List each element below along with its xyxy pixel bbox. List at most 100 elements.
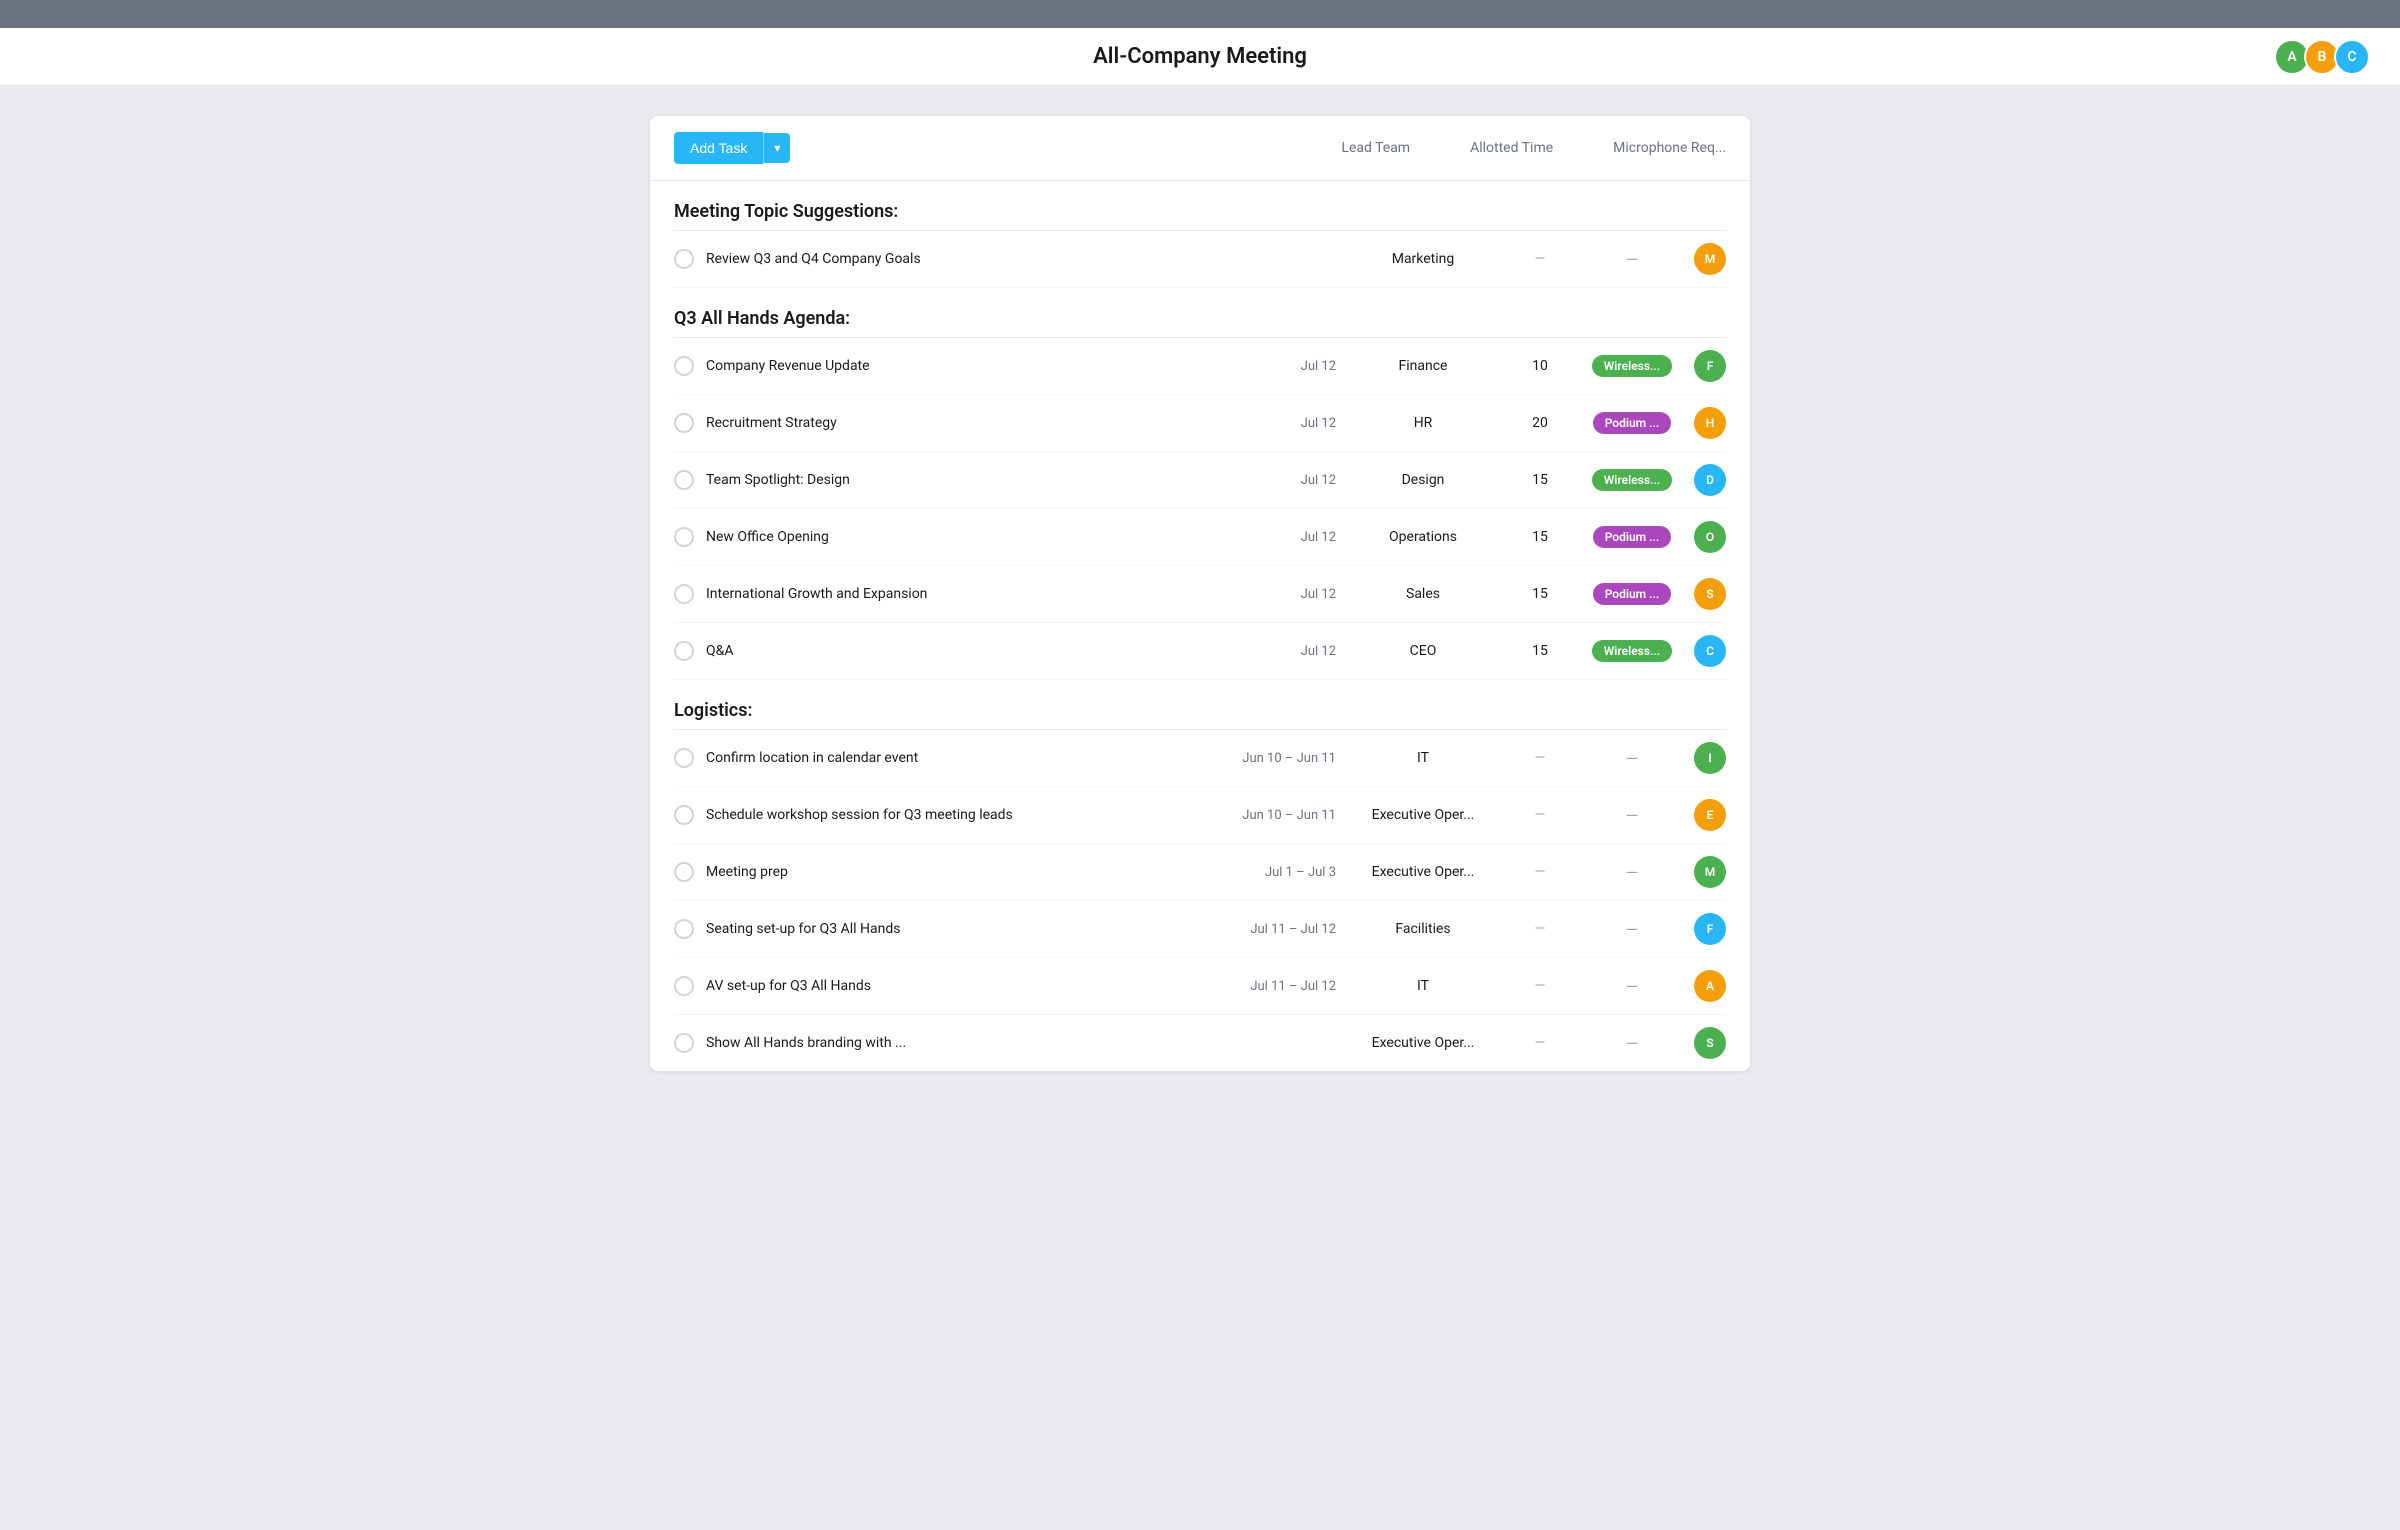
task-mic: —	[1582, 250, 1682, 269]
add-task-dropdown-button[interactable]: ▾	[763, 133, 790, 163]
task-row: Schedule workshop session for Q3 meeting…	[674, 787, 1726, 844]
task-checkbox[interactable]	[674, 919, 694, 939]
add-task-button[interactable]: Add Task	[674, 132, 763, 164]
task-team: Finance	[1348, 358, 1498, 374]
header-avatars: ABC	[2274, 39, 2370, 75]
task-name: International Growth and Expansion	[706, 586, 1214, 602]
task-avatar: S	[1694, 578, 1726, 610]
task-checkbox[interactable]	[674, 862, 694, 882]
task-mic: —	[1582, 920, 1682, 939]
task-time: —	[1510, 807, 1570, 823]
task-avatar: O	[1694, 521, 1726, 553]
task-mic: Podium ...	[1582, 583, 1682, 605]
task-checkbox[interactable]	[674, 748, 694, 768]
task-avatar: C	[1694, 635, 1726, 667]
task-date: Jul 12	[1226, 644, 1336, 659]
section-header-0: Meeting Topic Suggestions:	[674, 181, 1726, 230]
top-bar	[0, 0, 2400, 28]
task-team: IT	[1348, 978, 1498, 994]
task-mic: Podium ...	[1582, 412, 1682, 434]
task-mic: Podium ...	[1582, 526, 1682, 548]
task-checkbox[interactable]	[674, 976, 694, 996]
task-mic: —	[1582, 1034, 1682, 1053]
task-team: CEO	[1348, 643, 1498, 659]
task-row: AV set-up for Q3 All Hands Jul 11 – Jul 1…	[674, 958, 1726, 1015]
task-team: IT	[1348, 750, 1498, 766]
task-team: Executive Oper...	[1348, 864, 1498, 880]
task-date: Jul 12	[1226, 473, 1336, 488]
section-header-2: Logistics:	[674, 680, 1726, 729]
task-name: Team Spotlight: Design	[706, 472, 1214, 488]
header: All-Company Meeting ABC	[0, 28, 2400, 86]
task-date: Jun 10 – Jun 11	[1226, 808, 1336, 823]
task-time: —	[1510, 251, 1570, 267]
task-row: Confirm location in calendar event Jun 10…	[674, 730, 1726, 787]
task-checkbox[interactable]	[674, 641, 694, 661]
task-name: Company Revenue Update	[706, 358, 1214, 374]
task-time: 15	[1510, 529, 1570, 545]
task-checkbox[interactable]	[674, 805, 694, 825]
task-name: Review Q3 and Q4 Company Goals	[706, 251, 1214, 267]
task-team: Operations	[1348, 529, 1498, 545]
sections-container: Meeting Topic Suggestions: Review Q3 and …	[650, 181, 1750, 1071]
task-checkbox[interactable]	[674, 356, 694, 376]
task-team: Marketing	[1348, 251, 1498, 267]
task-time: 15	[1510, 586, 1570, 602]
task-team: Executive Oper...	[1348, 807, 1498, 823]
mic-badge[interactable]: Podium ...	[1593, 412, 1672, 434]
task-name: New Office Opening	[706, 529, 1214, 545]
mic-badge[interactable]: Podium ...	[1593, 583, 1672, 605]
task-name: Meeting prep	[706, 864, 1214, 880]
task-mic: Wireless...	[1582, 640, 1682, 662]
toolbar-column-1: Allotted Time	[1470, 140, 1553, 156]
task-time: —	[1510, 1035, 1570, 1051]
task-avatar: D	[1694, 464, 1726, 496]
toolbar: Add Task ▾ Lead TeamAllotted TimeMicroph…	[650, 116, 1750, 181]
task-avatar: I	[1694, 742, 1726, 774]
task-row: Meeting prepJul 1 – Jul 3Executive Oper.…	[674, 844, 1726, 901]
task-row: Seating set-up for Q3 All HandsJul 11 – …	[674, 901, 1726, 958]
task-row: Recruitment StrategyJul 12HR20Podium ...…	[674, 395, 1726, 452]
task-name: Schedule workshop session for Q3 meeting…	[706, 807, 1214, 823]
task-date: Jul 11 – Jul 12	[1226, 922, 1336, 937]
task-row: Company Revenue UpdateJul 12Finance10Wir…	[674, 338, 1726, 395]
task-avatar: A	[1694, 970, 1726, 1002]
mic-badge[interactable]: Wireless...	[1592, 355, 1672, 377]
mic-badge[interactable]: Podium ...	[1593, 526, 1672, 548]
task-row: Team Spotlight: Design Jul 12 Design 15 Wire…	[674, 452, 1726, 509]
task-mic: —	[1582, 977, 1682, 996]
task-checkbox[interactable]	[674, 470, 694, 490]
task-date: Jun 10 – Jun 11	[1226, 751, 1336, 766]
task-time: 15	[1510, 643, 1570, 659]
task-team: HR	[1348, 415, 1498, 431]
task-time: —	[1510, 978, 1570, 994]
task-checkbox[interactable]	[674, 413, 694, 433]
task-checkbox[interactable]	[674, 1033, 694, 1053]
task-name: Q&A	[706, 643, 1214, 659]
section-title-1: Q3 All Hands Agenda:	[674, 308, 850, 329]
task-date: Jul 12	[1226, 359, 1336, 374]
task-checkbox[interactable]	[674, 527, 694, 547]
task-avatar: M	[1694, 243, 1726, 275]
task-avatar: S	[1694, 1027, 1726, 1059]
task-name: Recruitment Strategy	[706, 415, 1214, 431]
task-name: AV set-up for Q3 All Hands	[706, 978, 1214, 994]
task-mic: —	[1582, 806, 1682, 825]
page-title: All-Company Meeting	[1093, 44, 1307, 69]
task-team: Design	[1348, 472, 1498, 488]
task-checkbox[interactable]	[674, 584, 694, 604]
task-time: 15	[1510, 472, 1570, 488]
task-date: Jul 11 – Jul 12	[1226, 979, 1336, 994]
mic-badge[interactable]: Wireless...	[1592, 640, 1672, 662]
task-mic: —	[1582, 863, 1682, 882]
task-avatar: M	[1694, 856, 1726, 888]
task-time: —	[1510, 750, 1570, 766]
task-checkbox[interactable]	[674, 249, 694, 269]
task-avatar: E	[1694, 799, 1726, 831]
section-title-0: Meeting Topic Suggestions:	[674, 201, 898, 222]
task-row: Review Q3 and Q4 Company Goals Marketing —…	[674, 231, 1726, 288]
section-header-1: Q3 All Hands Agenda:	[674, 288, 1726, 337]
task-name: Confirm location in calendar event	[706, 750, 1214, 766]
task-avatar: H	[1694, 407, 1726, 439]
mic-badge[interactable]: Wireless...	[1592, 469, 1672, 491]
